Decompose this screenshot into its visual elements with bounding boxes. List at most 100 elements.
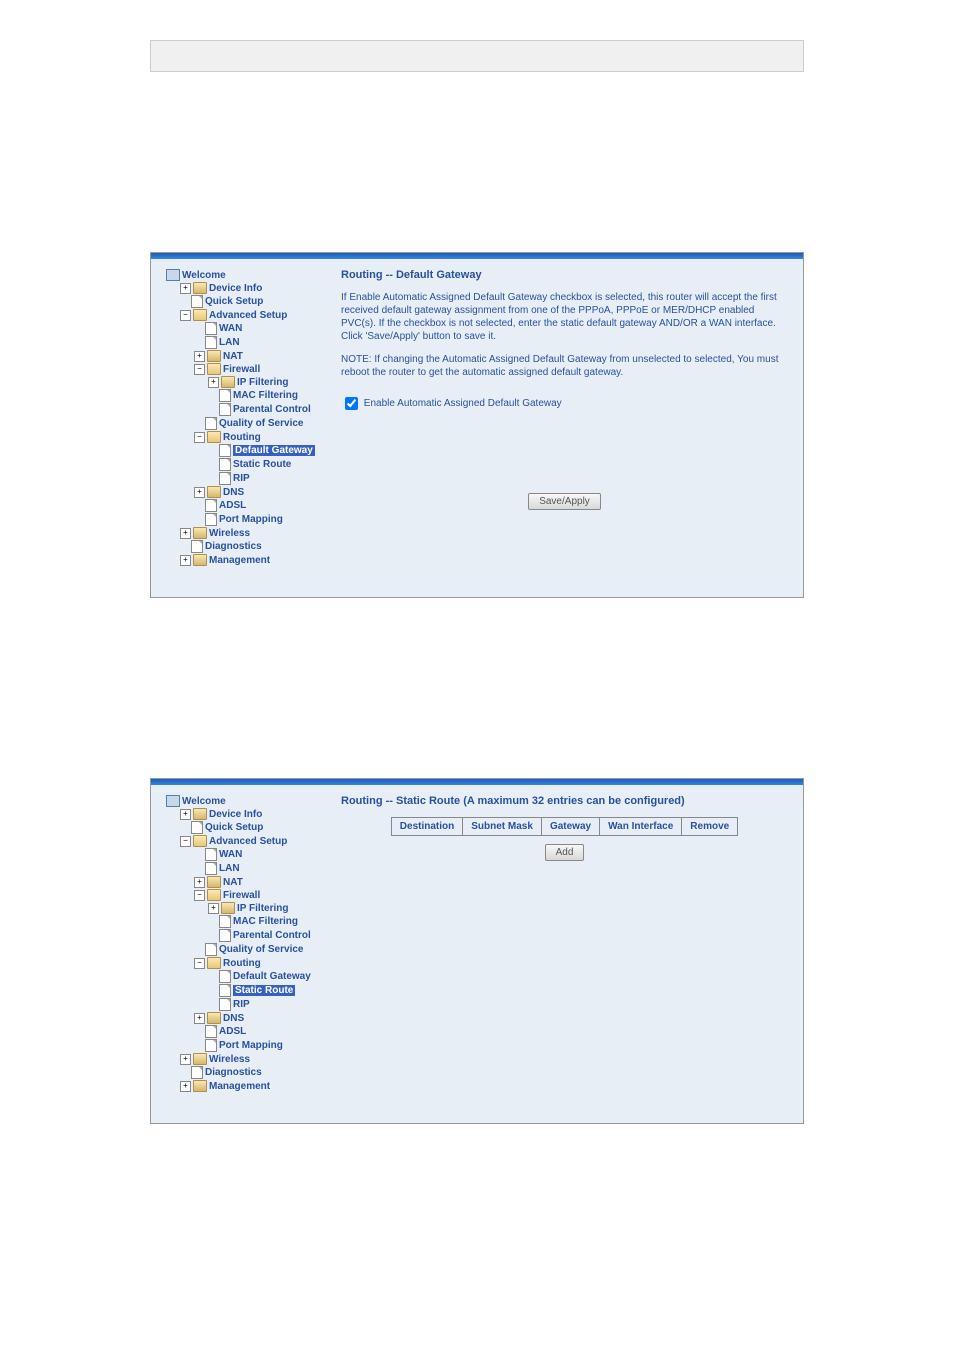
page-icon bbox=[219, 389, 231, 402]
nav-firewall[interactable]: Firewall bbox=[223, 890, 260, 901]
nav-ip-filtering[interactable]: IP Filtering bbox=[237, 377, 289, 388]
nav-firewall[interactable]: Firewall bbox=[223, 364, 260, 375]
save-apply-button[interactable]: Save/Apply bbox=[528, 493, 601, 510]
nav-mac-filtering[interactable]: MAC Filtering bbox=[233, 390, 298, 401]
nav-wan[interactable]: WAN bbox=[219, 323, 242, 334]
nav-port-mapping[interactable]: Port Mapping bbox=[219, 514, 283, 525]
expand-icon[interactable]: + bbox=[180, 283, 191, 294]
page-icon bbox=[219, 444, 231, 457]
collapse-icon[interactable]: − bbox=[194, 364, 205, 375]
expand-icon[interactable]: + bbox=[180, 1054, 191, 1065]
nav-quick-setup[interactable]: Quick Setup bbox=[205, 296, 263, 307]
panel-description-2: NOTE: If changing the Automatic Assigned… bbox=[341, 353, 788, 379]
panel-title: Routing -- Static Route (A maximum 32 en… bbox=[341, 795, 788, 807]
page-icon bbox=[205, 513, 217, 526]
nav-mac-filtering[interactable]: MAC Filtering bbox=[233, 916, 298, 927]
expand-icon[interactable]: + bbox=[194, 351, 205, 362]
folder-icon bbox=[207, 889, 221, 901]
nav-wireless[interactable]: Wireless bbox=[209, 528, 250, 539]
page-icon bbox=[191, 540, 203, 553]
folder-icon bbox=[221, 902, 235, 914]
folder-icon bbox=[207, 1012, 221, 1024]
nav-ip-filtering[interactable]: IP Filtering bbox=[237, 903, 289, 914]
nav-port-mapping[interactable]: Port Mapping bbox=[219, 1040, 283, 1051]
expand-icon[interactable]: + bbox=[208, 903, 219, 914]
nav-rip[interactable]: RIP bbox=[233, 999, 250, 1010]
nav-nat[interactable]: NAT bbox=[223, 351, 243, 362]
expand-icon[interactable]: + bbox=[194, 487, 205, 498]
screenshot-static-route: Welcome + Device Info Quick Setup − Advanc… bbox=[150, 778, 804, 1124]
page-icon bbox=[219, 403, 231, 416]
nav-device-info[interactable]: Device Info bbox=[209, 283, 262, 294]
static-route-table: Destination Subnet Mask Gateway Wan Inte… bbox=[391, 817, 738, 836]
expand-icon[interactable]: + bbox=[180, 1081, 191, 1092]
nav-static-route[interactable]: Static Route bbox=[233, 459, 291, 470]
nav-default-gateway[interactable]: Default Gateway bbox=[233, 445, 315, 456]
page-icon bbox=[191, 821, 203, 834]
root-icon bbox=[166, 269, 180, 281]
nav-parental-control[interactable]: Parental Control bbox=[233, 930, 311, 941]
page-icon bbox=[205, 943, 217, 956]
collapse-icon[interactable]: − bbox=[194, 958, 205, 969]
nav-quick-setup[interactable]: Quick Setup bbox=[205, 822, 263, 833]
collapse-icon[interactable]: − bbox=[180, 836, 191, 847]
nav-adsl[interactable]: ADSL bbox=[219, 1026, 246, 1037]
nav-dns[interactable]: DNS bbox=[223, 1013, 244, 1024]
expand-icon[interactable]: + bbox=[194, 1013, 205, 1024]
folder-icon bbox=[207, 350, 221, 362]
page-icon bbox=[219, 472, 231, 485]
collapse-icon[interactable]: − bbox=[194, 432, 205, 443]
nav-routing[interactable]: Routing bbox=[223, 958, 261, 969]
nav-adsl[interactable]: ADSL bbox=[219, 500, 246, 511]
collapse-icon[interactable]: − bbox=[180, 310, 191, 321]
nav-qos[interactable]: Quality of Service bbox=[219, 418, 303, 429]
nav-advanced-setup[interactable]: Advanced Setup bbox=[209, 836, 287, 847]
nav-nat[interactable]: NAT bbox=[223, 877, 243, 888]
expand-icon[interactable]: + bbox=[194, 877, 205, 888]
expand-icon[interactable]: + bbox=[180, 809, 191, 820]
screenshot-default-gateway: Welcome + Device Info Quick Setup − Advanc… bbox=[150, 252, 804, 598]
col-remove: Remove bbox=[682, 818, 738, 836]
col-gateway: Gateway bbox=[541, 818, 599, 836]
nav-diagnostics[interactable]: Diagnostics bbox=[205, 541, 262, 552]
page-icon bbox=[219, 998, 231, 1011]
page-icon bbox=[219, 458, 231, 471]
nav-advanced-setup[interactable]: Advanced Setup bbox=[209, 310, 287, 321]
nav-diagnostics[interactable]: Diagnostics bbox=[205, 1067, 262, 1078]
folder-icon bbox=[193, 527, 207, 539]
folder-icon bbox=[207, 957, 221, 969]
collapse-icon[interactable]: − bbox=[194, 890, 205, 901]
nav-device-info[interactable]: Device Info bbox=[209, 809, 262, 820]
page-icon bbox=[205, 848, 217, 861]
nav-wan[interactable]: WAN bbox=[219, 849, 242, 860]
nav-wireless[interactable]: Wireless bbox=[209, 1054, 250, 1065]
folder-icon bbox=[207, 431, 221, 443]
col-subnet-mask: Subnet Mask bbox=[463, 818, 542, 836]
expand-icon[interactable]: + bbox=[208, 377, 219, 388]
expand-icon[interactable]: + bbox=[180, 555, 191, 566]
add-button[interactable]: Add bbox=[545, 844, 585, 861]
folder-icon bbox=[207, 876, 221, 888]
nav-qos[interactable]: Quality of Service bbox=[219, 944, 303, 955]
nav-static-route[interactable]: Static Route bbox=[233, 985, 295, 996]
folder-icon bbox=[193, 1053, 207, 1065]
nav-routing[interactable]: Routing bbox=[223, 432, 261, 443]
page-icon bbox=[219, 984, 231, 997]
nav-dns[interactable]: DNS bbox=[223, 487, 244, 498]
nav-default-gateway[interactable]: Default Gateway bbox=[233, 971, 311, 982]
panel-title: Routing -- Default Gateway bbox=[341, 269, 788, 281]
page-icon bbox=[205, 1025, 217, 1038]
col-destination: Destination bbox=[391, 818, 462, 836]
nav-management[interactable]: Management bbox=[209, 1081, 270, 1092]
navigation-tree: Welcome + Device Info Quick Setup − Advanc… bbox=[166, 269, 321, 567]
nav-rip[interactable]: RIP bbox=[233, 473, 250, 484]
nav-welcome[interactable]: Welcome bbox=[182, 270, 226, 281]
enable-auto-gateway-checkbox[interactable] bbox=[345, 397, 358, 410]
expand-icon[interactable]: + bbox=[180, 528, 191, 539]
nav-lan[interactable]: LAN bbox=[219, 337, 240, 348]
nav-lan[interactable]: LAN bbox=[219, 863, 240, 874]
nav-parental-control[interactable]: Parental Control bbox=[233, 404, 311, 415]
nav-management[interactable]: Management bbox=[209, 555, 270, 566]
main-content-panel: Routing -- Default Gateway If Enable Aut… bbox=[321, 269, 788, 567]
nav-welcome[interactable]: Welcome bbox=[182, 796, 226, 807]
